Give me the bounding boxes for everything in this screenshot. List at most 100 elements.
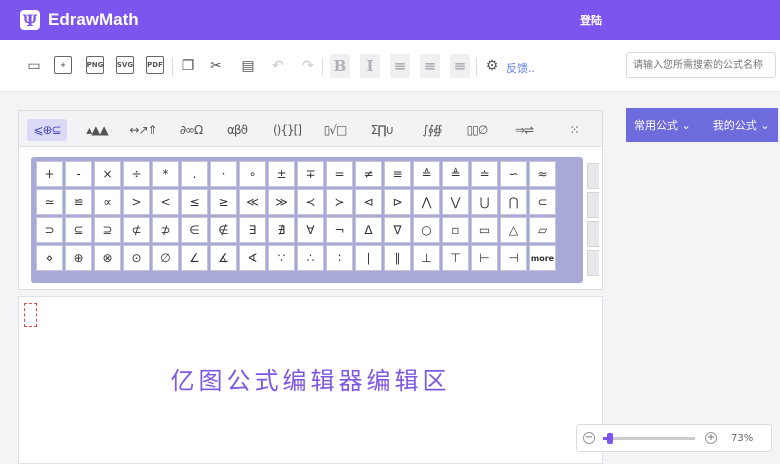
export-svg-icon[interactable]: SVG (116, 56, 134, 74)
open-folder-icon[interactable]: ▭ (24, 56, 44, 76)
symbol-button[interactable]: ∡ (210, 245, 237, 271)
symbol-button[interactable]: ⊗ (94, 245, 121, 271)
settings-gear-icon[interactable]: ⚙ (482, 56, 502, 76)
symbol-button[interactable]: ≥ (210, 189, 237, 215)
symbol-button[interactable]: ⋄ (36, 245, 63, 271)
symbol-button[interactable]: > (123, 189, 150, 215)
symbol-button[interactable]: = (326, 161, 353, 187)
symbol-button[interactable]: ∥ (384, 245, 411, 271)
symbol-category-tab[interactable]: Σ∏∪ (361, 119, 403, 141)
symbol-button[interactable]: ÷ (123, 161, 150, 187)
symbol-button[interactable]: ≌ (65, 189, 92, 215)
symbol-button[interactable]: ⊲ (355, 189, 382, 215)
symbol-category-tab[interactable]: ⁙ (563, 119, 585, 141)
symbol-button[interactable]: ⊤ (442, 245, 469, 271)
symbol-button[interactable]: ○ (413, 217, 440, 243)
symbol-button[interactable]: ≫ (268, 189, 295, 215)
symbol-button[interactable]: ≺ (297, 189, 324, 215)
tab-my-formulas[interactable]: 我的公式 ⌄ (713, 117, 770, 133)
zoom-slider-thumb[interactable] (606, 432, 613, 444)
more-symbols-button[interactable]: more (529, 245, 556, 271)
symbol-category-tab[interactable]: ⩽⊕⊆ (27, 119, 67, 141)
symbol-button[interactable]: ⊥ (413, 245, 440, 271)
bold-icon[interactable]: B (330, 54, 350, 78)
symbol-category-tab[interactable]: ∫∮∯ (413, 119, 451, 141)
copy-icon[interactable]: ❐ (178, 56, 198, 76)
symbol-category-tab[interactable]: ⇒⇌ (505, 119, 543, 141)
symbol-category-tab[interactable]: (){}[] (265, 119, 309, 141)
symbol-button[interactable]: ⊙ (123, 245, 150, 271)
export-png-icon[interactable]: PNG (86, 56, 104, 74)
zoom-slider[interactable] (603, 432, 695, 444)
feedback-link[interactable]: 反馈.. (506, 60, 535, 76)
symbol-button[interactable]: ∇ (384, 217, 411, 243)
export-pdf-icon[interactable]: PDF (146, 56, 164, 74)
symbol-button[interactable]: ▱ (529, 217, 556, 243)
symbol-button[interactable]: ⊅ (152, 217, 179, 243)
symbol-button[interactable]: + (36, 161, 63, 187)
symbol-category-tab[interactable]: ▯▯∅ (457, 119, 497, 141)
symbol-button[interactable]: < (152, 189, 179, 215)
cut-icon[interactable]: ✂ (206, 56, 226, 76)
symbol-button[interactable]: ≜ (442, 161, 469, 187)
symbol-button[interactable]: ⊳ (384, 189, 411, 215)
symbol-button[interactable]: ⋁ (442, 189, 469, 215)
symbol-button[interactable]: ∉ (210, 217, 237, 243)
input-cursor-placeholder[interactable] (24, 303, 37, 327)
symbol-button[interactable]: ∀ (297, 217, 324, 243)
symbol-button[interactable]: ⋂ (500, 189, 527, 215)
symbol-button[interactable]: ≤ (181, 189, 208, 215)
symbol-button[interactable]: ∴ (297, 245, 324, 271)
new-file-icon[interactable]: + (54, 56, 72, 74)
symbol-button[interactable]: ▫ (442, 217, 469, 243)
align-left-icon[interactable]: ≡ (390, 54, 410, 78)
formula-editor-area[interactable]: 亿图公式编辑器编辑区 (18, 296, 603, 464)
symbol-button[interactable]: ⊇ (94, 217, 121, 243)
side-cell[interactable] (587, 163, 599, 189)
symbol-button[interactable]: ∝ (94, 189, 121, 215)
symbol-button[interactable]: △ (500, 217, 527, 243)
symbol-button[interactable]: ∄ (268, 217, 295, 243)
symbol-button[interactable]: ⊂ (529, 189, 556, 215)
symbol-button[interactable]: ∵ (268, 245, 295, 271)
undo-icon[interactable]: ↶ (268, 56, 288, 76)
symbol-button[interactable]: ∅ (152, 245, 179, 271)
symbol-button[interactable]: ∢ (239, 245, 266, 271)
symbol-button[interactable]: ≡ (384, 161, 411, 187)
symbol-button[interactable]: ⊢ (471, 245, 498, 271)
symbol-button[interactable]: × (94, 161, 121, 187)
symbol-button[interactable]: ≪ (239, 189, 266, 215)
symbol-button[interactable]: ≠ (355, 161, 382, 187)
symbol-button[interactable]: ≻ (326, 189, 353, 215)
formula-search-input[interactable] (626, 52, 776, 78)
symbol-button[interactable]: ∠ (181, 245, 208, 271)
symbol-button[interactable]: * (152, 161, 179, 187)
side-cell[interactable] (587, 192, 599, 218)
symbol-button[interactable]: ∓ (297, 161, 324, 187)
align-center-icon[interactable]: ≡ (420, 54, 440, 78)
symbol-category-tab[interactable]: ▯√□ (315, 119, 355, 141)
login-button[interactable]: 登陆 (580, 12, 602, 28)
side-cell[interactable] (587, 250, 599, 276)
symbol-button[interactable]: ⊆ (65, 217, 92, 243)
symbol-button[interactable]: ≙ (413, 161, 440, 187)
zoom-in-button[interactable]: + (705, 432, 717, 444)
redo-icon[interactable]: ↷ (298, 56, 318, 76)
paste-icon[interactable]: ▤ (238, 56, 258, 76)
symbol-category-tab[interactable]: ↔↗⇑ (123, 119, 163, 141)
symbol-button[interactable]: ∣ (355, 245, 382, 271)
side-cell[interactable] (587, 221, 599, 247)
symbol-button[interactable]: ≈ (529, 161, 556, 187)
symbol-button[interactable]: ≐ (471, 161, 498, 187)
symbol-button[interactable]: ⊄ (123, 217, 150, 243)
zoom-out-button[interactable]: − (583, 432, 595, 444)
symbol-button[interactable]: ∃ (239, 217, 266, 243)
italic-icon[interactable]: I (360, 54, 380, 78)
symbol-button[interactable]: · (210, 161, 237, 187)
symbol-button[interactable]: ▭ (471, 217, 498, 243)
symbol-category-tab[interactable]: ▴▲▲ (77, 119, 117, 141)
symbol-button[interactable]: ⊣ (500, 245, 527, 271)
symbol-category-tab[interactable]: αβϑ (217, 119, 257, 141)
symbol-button[interactable]: - (65, 161, 92, 187)
symbol-button[interactable]: ± (268, 161, 295, 187)
